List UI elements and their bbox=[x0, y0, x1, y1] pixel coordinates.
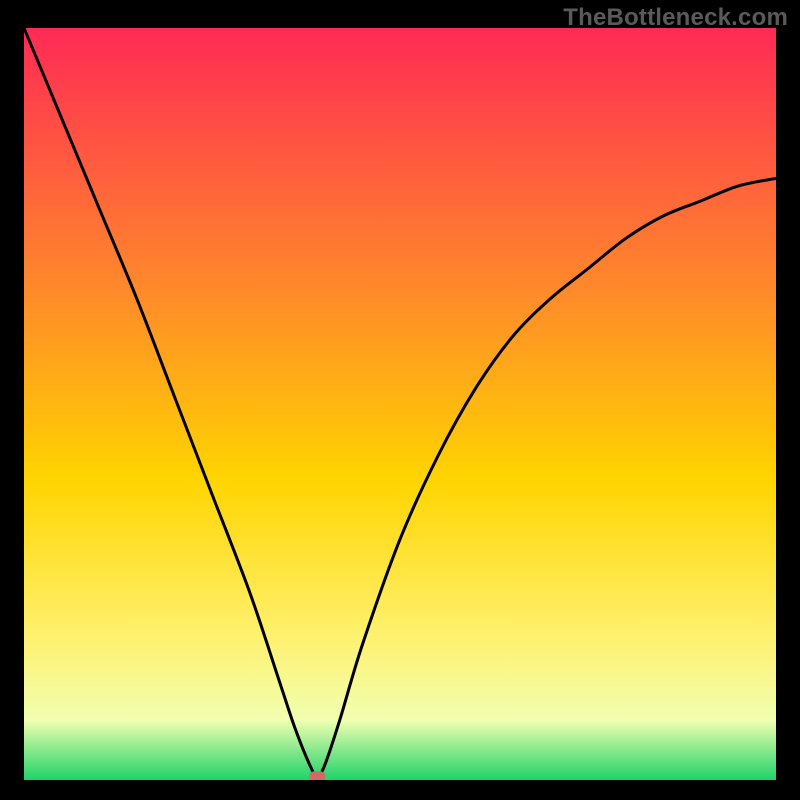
chart-frame: TheBottleneck.com bbox=[0, 0, 800, 800]
chart-background bbox=[24, 28, 776, 780]
minimum-marker bbox=[309, 771, 325, 780]
plot-area bbox=[24, 28, 776, 780]
chart-svg bbox=[24, 28, 776, 780]
